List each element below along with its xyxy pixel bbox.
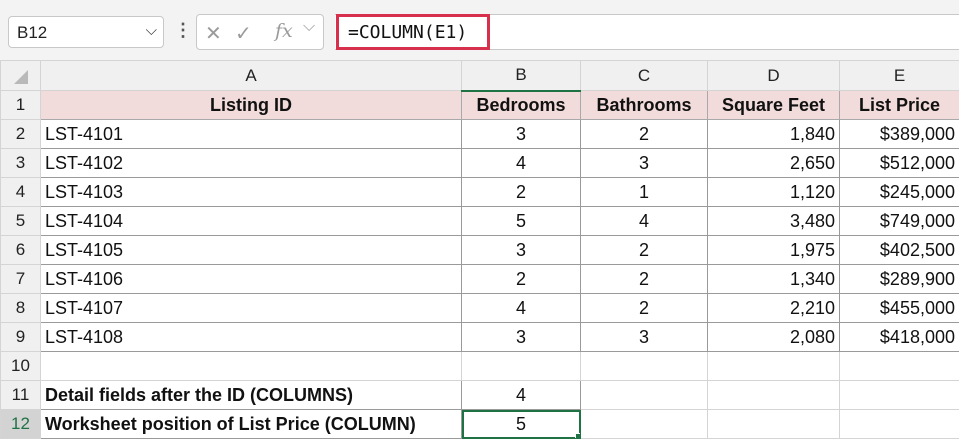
spreadsheet-grid: A B C D E 1 Listing ID Bedrooms Bathrooms Square … [0,60,959,439]
bathrooms-cell[interactable]: 2 [580,264,708,294]
select-all-icon [13,70,28,84]
cancel-icon[interactable]: ✕ [205,21,222,46]
bathrooms-cell[interactable]: 3 [580,148,708,178]
empty-cell[interactable] [707,351,840,381]
name-box[interactable]: B12 ⌵ [8,16,164,48]
row-header[interactable]: 10 [0,351,41,381]
formula-dropdown-icon[interactable]: ⌵ [303,18,315,36]
row-header[interactable]: 9 [0,322,41,352]
row-header[interactable]: 2 [0,119,41,149]
square-feet-cell[interactable]: 1,975 [707,235,840,265]
row-header[interactable]: 7 [0,264,41,294]
list-price-cell[interactable]: $402,500 [839,235,959,265]
empty-cell[interactable] [580,380,708,410]
empty-cell[interactable] [839,351,959,381]
summary-value-cell[interactable]: 4 [461,380,581,410]
bedrooms-cell[interactable]: 4 [461,148,581,178]
enter-icon[interactable]: ✓ [235,21,252,46]
select-all-corner[interactable] [0,60,41,91]
row-header[interactable]: 12 [0,409,41,439]
formula-text[interactable]: =COLUMN(E1) [336,14,490,50]
active-cell-b12[interactable]: 5 [461,409,581,439]
bedrooms-cell[interactable]: 3 [461,235,581,265]
row-header[interactable]: 6 [0,235,41,265]
list-price-cell[interactable]: $749,000 [839,206,959,236]
name-box-value: B12 [17,23,48,42]
formula-bar-area: B12 ⌵ ⋮ ✕ ✓ fx ⌵ =COLUMN(E1) [0,0,959,60]
list-price-cell[interactable]: $289,900 [839,264,959,294]
bedrooms-cell[interactable]: 3 [461,322,581,352]
column-header-e[interactable]: E [839,60,959,91]
bathrooms-cell[interactable]: 2 [580,119,708,149]
bedrooms-cell[interactable]: 2 [461,177,581,207]
bathrooms-cell[interactable]: 4 [580,206,708,236]
listing-id-cell[interactable]: LST-4101 [40,119,462,149]
formula-buttons: ✕ ✓ fx ⌵ [196,14,324,50]
listing-id-cell[interactable]: LST-4108 [40,322,462,352]
row-header[interactable]: 8 [0,293,41,323]
square-feet-cell[interactable]: 1,840 [707,119,840,149]
row-header[interactable]: 3 [0,148,41,178]
column-header-d[interactable]: D [707,60,840,91]
table-header-cell[interactable]: List Price [839,90,959,120]
empty-cell[interactable] [580,409,708,439]
row-header[interactable]: 4 [0,177,41,207]
bedrooms-cell[interactable]: 4 [461,293,581,323]
empty-cell[interactable] [40,351,462,381]
empty-cell[interactable] [839,380,959,410]
listing-id-cell[interactable]: LST-4104 [40,206,462,236]
list-price-cell[interactable]: $455,000 [839,293,959,323]
listing-id-cell[interactable]: LST-4106 [40,264,462,294]
bathrooms-cell[interactable]: 2 [580,235,708,265]
square-feet-cell[interactable]: 2,210 [707,293,840,323]
table-header-cell[interactable]: Square Feet [707,90,840,120]
listing-id-cell[interactable]: LST-4103 [40,177,462,207]
table-header-cell[interactable]: Bathrooms [580,90,708,120]
table-header-cell[interactable]: Listing ID [40,90,462,120]
table-header-cell[interactable]: Bedrooms [461,90,581,120]
more-options-icon[interactable]: ⋮ [174,20,192,40]
square-feet-cell[interactable]: 1,340 [707,264,840,294]
bathrooms-cell[interactable]: 3 [580,322,708,352]
list-price-cell[interactable]: $512,000 [839,148,959,178]
empty-cell[interactable] [580,351,708,381]
bathrooms-cell[interactable]: 1 [580,177,708,207]
empty-cell[interactable] [461,351,581,381]
row-header[interactable]: 1 [0,90,41,120]
empty-cell[interactable] [839,409,959,439]
square-feet-cell[interactable]: 1,120 [707,177,840,207]
bedrooms-cell[interactable]: 3 [461,119,581,149]
summary-label-cell[interactable]: Worksheet position of List Price (COLUMN… [40,409,462,439]
square-feet-cell[interactable]: 3,480 [707,206,840,236]
summary-label-cell[interactable]: Detail fields after the ID (COLUMNS) [40,380,462,410]
bathrooms-cell[interactable]: 2 [580,293,708,323]
fill-handle[interactable] [575,433,580,438]
empty-cell[interactable] [707,380,840,410]
listing-id-cell[interactable]: LST-4107 [40,293,462,323]
row-header[interactable]: 5 [0,206,41,236]
column-header-b[interactable]: B [461,60,581,92]
chevron-down-icon[interactable]: ⌵ [146,22,157,39]
list-price-cell[interactable]: $418,000 [839,322,959,352]
column-header-c[interactable]: C [580,60,708,91]
bedrooms-cell[interactable]: 2 [461,264,581,294]
empty-cell[interactable] [707,409,840,439]
row-header[interactable]: 11 [0,380,41,410]
square-feet-cell[interactable]: 2,650 [707,148,840,178]
listing-id-cell[interactable]: LST-4102 [40,148,462,178]
list-price-cell[interactable]: $245,000 [839,177,959,207]
square-feet-cell[interactable]: 2,080 [707,322,840,352]
bedrooms-cell[interactable]: 5 [461,206,581,236]
insert-function-icon[interactable]: fx [275,20,293,42]
listing-id-cell[interactable]: LST-4105 [40,235,462,265]
list-price-cell[interactable]: $389,000 [839,119,959,149]
column-header-a[interactable]: A [40,60,462,91]
